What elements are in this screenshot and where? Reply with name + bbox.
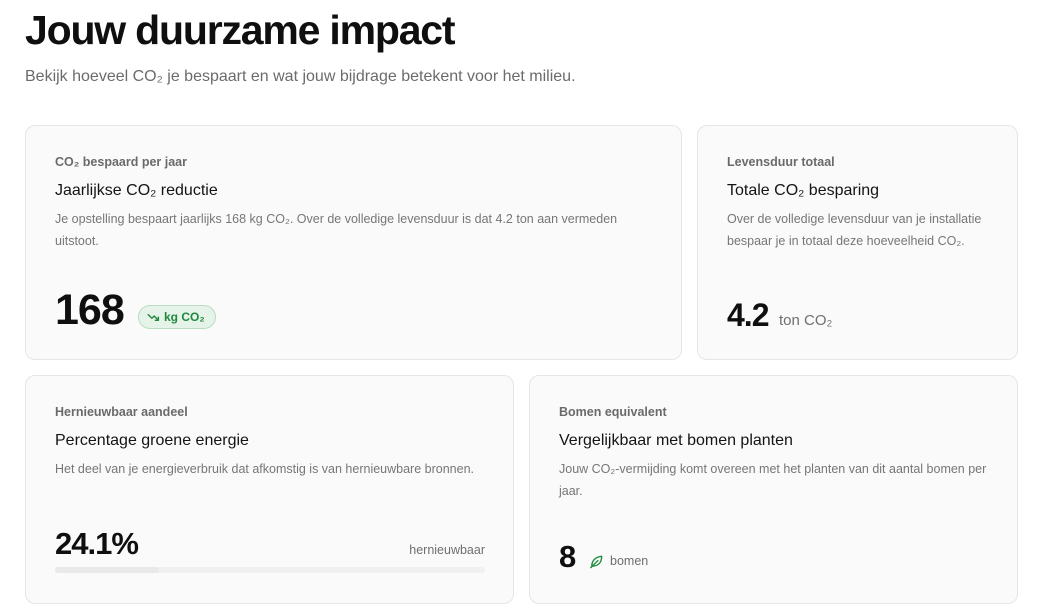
page-subtitle: Bekijk hoeveel CO₂ je bespaart en wat jo… [25,68,576,85]
card-description: Je opstelling bespaart jaarlijks 168 kg … [55,212,618,248]
card-eyebrow: Bomen equivalent [559,405,667,419]
card-annual-co2-reduction: CO₂ bespaard per jaar Jaarlijkse CO₂ red… [25,125,682,360]
card-description: Het deel van je energieverbruik dat afko… [55,462,474,476]
card-description: Jouw CO₂-vermijding komt overeen met het… [559,462,987,498]
annual-co2-value: 168 [55,286,125,334]
unit-badge-label: kg CO₂ [164,310,205,324]
total-co2-value: 4.2 [727,297,769,333]
trees-count: 8 [559,539,576,574]
green-energy-label: hernieuwbaar [409,543,485,557]
trees-unit: bomen [610,554,649,568]
trending-down-icon [147,311,160,324]
card-title: Jaarlijkse CO₂ reductie [55,182,218,199]
card-title: Percentage groene energie [55,432,249,449]
card-title: Vergelijkbaar met bomen planten [559,432,793,449]
card-eyebrow: Hernieuwbaar aandeel [55,405,188,419]
leaf-icon [589,554,604,569]
card-green-energy: Hernieuwbaar aandeel Percentage groene e… [25,375,514,604]
card-trees-equivalent: Bomen equivalent Vergelijkbaar met bomen… [529,375,1018,604]
card-total-co2-savings: Levensduur totaal Totale CO₂ besparing O… [697,125,1018,360]
card-eyebrow: Levensduur totaal [727,155,835,169]
card-eyebrow: CO₂ bespaard per jaar [55,155,187,169]
card-title: Totale CO₂ besparing [727,182,880,199]
unit-badge: kg CO₂ [138,305,216,329]
total-co2-unit: ton CO₂ [779,312,833,329]
page-title: Jouw duurzame impact [25,7,456,53]
green-energy-progress-bar [55,567,485,573]
green-energy-percentage: 24.1% [55,526,139,561]
green-energy-progress-fill [55,567,159,573]
card-description: Over de volledige levensduur van je inst… [727,212,982,248]
